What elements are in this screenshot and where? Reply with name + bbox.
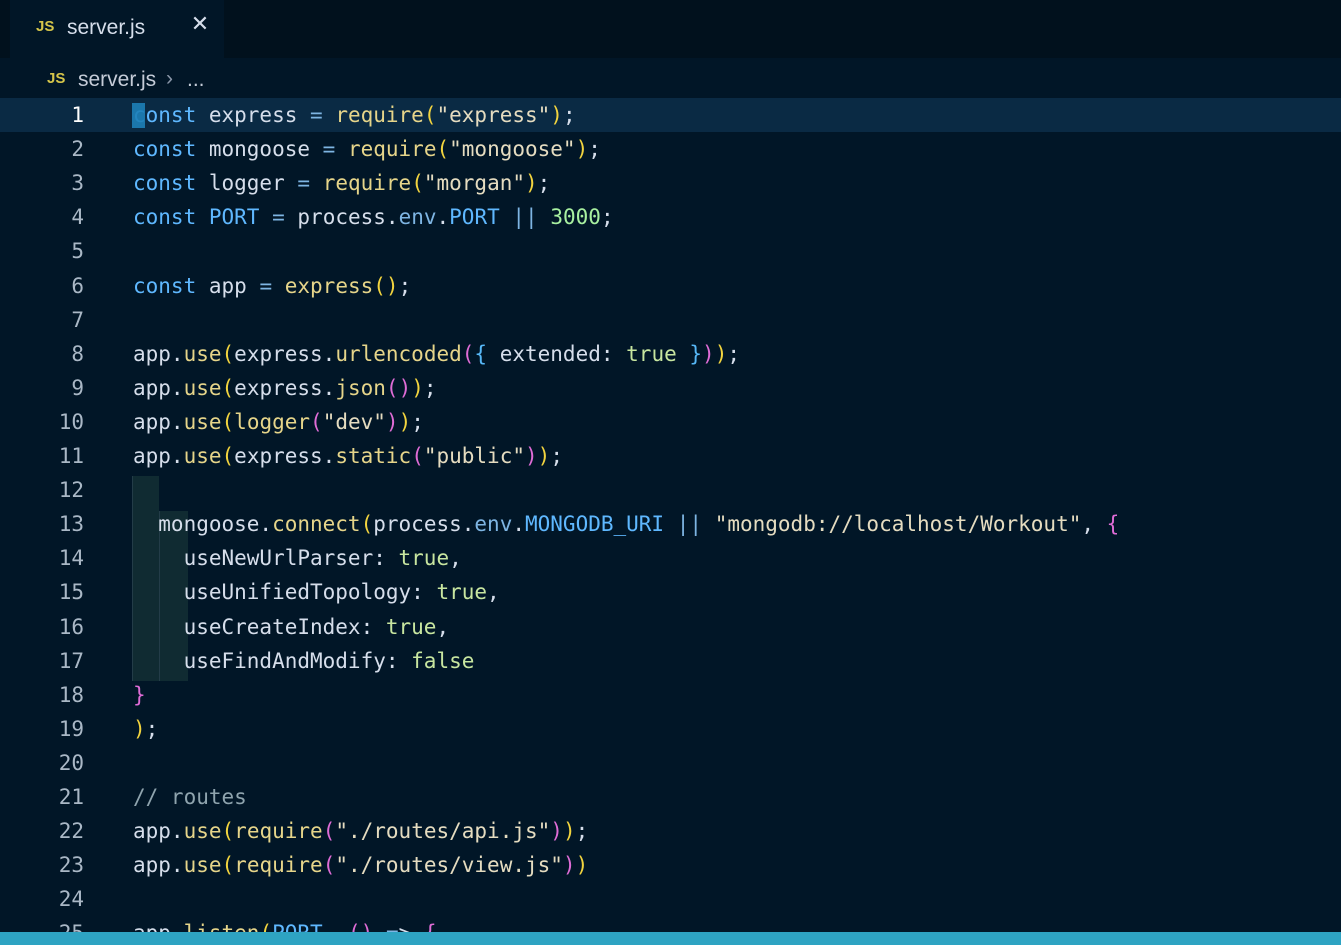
code-line[interactable]: useNewUrlParser: true, <box>133 541 462 575</box>
code-line[interactable]: app.use(express.static("public")); <box>133 439 563 473</box>
line-number: 1 <box>71 103 84 127</box>
editor-tab-bar: JS server.js ✕ <box>0 0 1341 58</box>
line-number: 24 <box>58 887 84 911</box>
line-number: 16 <box>58 615 84 639</box>
line-number: 22 <box>58 819 84 843</box>
javascript-file-icon: JS <box>36 18 55 35</box>
tab-server-js[interactable]: JS server.js ✕ <box>10 0 224 58</box>
line-number: 15 <box>58 580 84 604</box>
code-line[interactable]: app.use(require("./routes/view.js")) <box>133 848 588 882</box>
code-line[interactable]: const logger = require("morgan"); <box>133 166 550 200</box>
line-number: 13 <box>58 512 84 536</box>
line-number: 7 <box>71 308 84 332</box>
line-number: 11 <box>58 444 84 468</box>
code-line[interactable]: } <box>133 678 146 712</box>
line-number: 17 <box>58 649 84 673</box>
code-line[interactable]: const PORT = process.env.PORT || 3000; <box>133 200 614 234</box>
code-line[interactable]: ); <box>133 712 158 746</box>
line-number: 8 <box>71 342 84 366</box>
code-line[interactable]: useCreateIndex: true, <box>133 610 450 644</box>
code-editor[interactable]: 1234567891011121314151617181920212223242… <box>0 98 1341 932</box>
line-number: 18 <box>58 683 84 707</box>
breadcrumb-symbols[interactable]: ... <box>187 68 205 92</box>
code-line[interactable]: app.use(express.urlencoded({ extended: t… <box>133 337 740 371</box>
breadcrumb-file[interactable]: server.js <box>78 68 156 92</box>
line-number: 23 <box>58 853 84 877</box>
code-line[interactable]: app.use(require("./routes/api.js")); <box>133 814 588 848</box>
tab-label: server.js <box>67 16 146 39</box>
close-icon[interactable]: ✕ <box>188 11 212 39</box>
line-number: 3 <box>71 171 84 195</box>
line-number: 5 <box>71 239 84 263</box>
code-line[interactable]: useFindAndModify: false <box>133 644 475 678</box>
line-number: 9 <box>71 376 84 400</box>
line-number: 4 <box>71 205 84 229</box>
line-number: 12 <box>58 478 84 502</box>
indent-highlight <box>132 476 159 511</box>
code-line[interactable]: // routes <box>133 780 247 814</box>
code-line[interactable]: const mongoose = require("mongoose"); <box>133 132 601 166</box>
breadcrumb: JS server.js › ... <box>0 58 1341 98</box>
text-cursor <box>132 103 145 128</box>
code-line[interactable]: app.listen(PORT, () => { <box>133 916 437 932</box>
line-number: 6 <box>71 274 84 298</box>
code-line[interactable]: const express = require("express"); <box>133 98 576 132</box>
status-bar <box>0 932 1341 945</box>
javascript-file-icon: JS <box>47 70 66 87</box>
chevron-right-icon: › <box>166 67 173 90</box>
code-line[interactable]: const app = express(); <box>133 269 411 303</box>
code-line[interactable]: mongoose.connect(process.env.MONGODB_URI… <box>133 507 1119 541</box>
code-line[interactable]: useUnifiedTopology: true, <box>133 575 500 609</box>
line-number: 25 <box>4 916 84 932</box>
line-number: 21 <box>58 785 84 809</box>
line-number: 20 <box>58 751 84 775</box>
line-number: 2 <box>71 137 84 161</box>
code-line[interactable]: app.use(express.json()); <box>133 371 437 405</box>
code-line[interactable]: app.use(logger("dev")); <box>133 405 424 439</box>
line-number: 14 <box>58 546 84 570</box>
line-number: 10 <box>58 410 84 434</box>
line-number: 19 <box>58 717 84 741</box>
